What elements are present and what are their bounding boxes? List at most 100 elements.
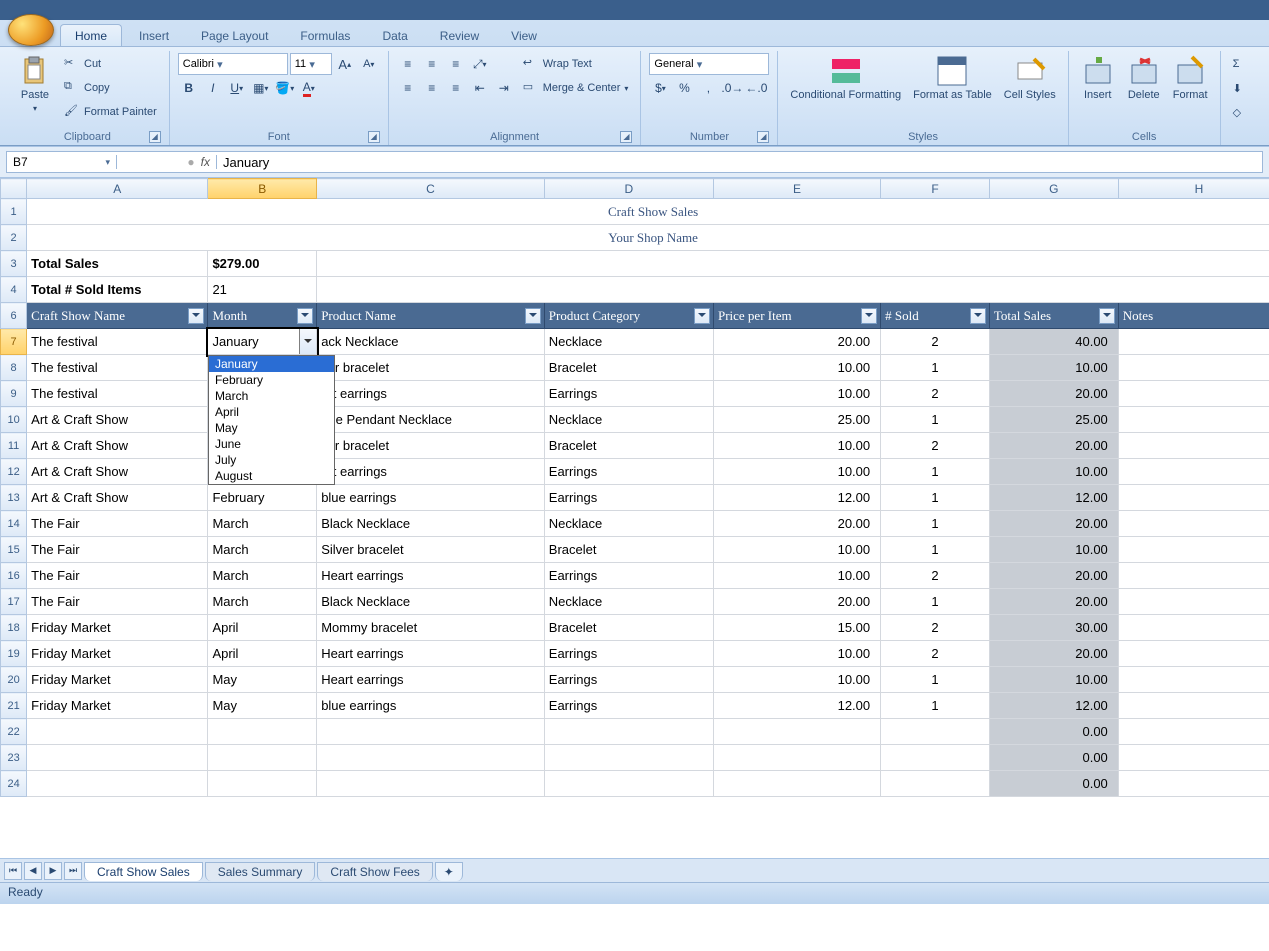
cell-month[interactable]: March <box>208 563 317 589</box>
shrink-font-button[interactable]: A▾ <box>358 53 380 75</box>
col-header-A[interactable]: A <box>27 179 208 199</box>
formula-input[interactable]: January <box>217 155 1262 170</box>
align-top-button[interactable]: ≡ <box>397 53 419 75</box>
align-right-button[interactable]: ≡ <box>445 77 467 99</box>
tab-nav-prev[interactable]: ◀ <box>24 862 42 880</box>
cell-sold[interactable]: 1 <box>881 589 990 615</box>
row-header-4[interactable]: 4 <box>1 277 27 303</box>
cell-month-active[interactable]: January <box>208 329 317 355</box>
cell-sold[interactable]: 2 <box>881 615 990 641</box>
cell-notes[interactable] <box>1118 381 1269 407</box>
row-header-19[interactable]: 19 <box>1 641 27 667</box>
cell-price[interactable]: 15.00 <box>713 615 880 641</box>
cell-total[interactable]: 10.00 <box>989 667 1118 693</box>
cell-notes[interactable] <box>1118 667 1269 693</box>
cell-total[interactable]: 12.00 <box>989 693 1118 719</box>
col-header-B[interactable]: B <box>208 179 317 199</box>
dropdown-option[interactable]: June <box>209 436 334 452</box>
border-button[interactable]: ▦▾ <box>250 77 272 99</box>
col-header-G[interactable]: G <box>989 179 1118 199</box>
cell-category[interactable]: Earrings <box>544 693 713 719</box>
cell-price[interactable]: 10.00 <box>713 641 880 667</box>
cell-month[interactable]: March <box>208 537 317 563</box>
cell-notes[interactable] <box>1118 459 1269 485</box>
ribbon-tab-insert[interactable]: Insert <box>124 24 184 46</box>
cell-product[interactable]: blue earrings <box>317 693 545 719</box>
comma-button[interactable]: , <box>697 77 719 99</box>
cell-product[interactable]: Silver bracelet <box>317 537 545 563</box>
cell-notes[interactable] <box>1118 745 1269 771</box>
cell-notes[interactable] <box>1118 485 1269 511</box>
tab-nav-first[interactable]: ⏮ <box>4 862 22 880</box>
cell-total[interactable]: 10.00 <box>989 537 1118 563</box>
cell-notes[interactable] <box>1118 693 1269 719</box>
align-bottom-button[interactable]: ≡ <box>445 53 467 75</box>
table-header-price-per-item[interactable]: Price per Item <box>713 303 880 329</box>
cell-sold[interactable]: 2 <box>881 381 990 407</box>
cell-price[interactable]: 10.00 <box>713 355 880 381</box>
cell-show[interactable]: Art & Craft Show <box>27 407 208 433</box>
cell-month[interactable]: March <box>208 589 317 615</box>
cell-dropdown-button[interactable] <box>299 329 317 355</box>
cell-category[interactable] <box>544 771 713 797</box>
merge-center-button[interactable]: ▭Merge & Center ▾ <box>519 77 633 99</box>
cell-total[interactable]: 12.00 <box>989 485 1118 511</box>
percent-button[interactable]: % <box>673 77 695 99</box>
cell-show[interactable]: Art & Craft Show <box>27 459 208 485</box>
select-all-corner[interactable] <box>1 179 27 199</box>
cell-sold[interactable]: 1 <box>881 459 990 485</box>
col-header-H[interactable]: H <box>1118 179 1269 199</box>
cell-sold[interactable] <box>881 771 990 797</box>
cell-category[interactable]: Bracelet <box>544 615 713 641</box>
cell-month[interactable] <box>208 719 317 745</box>
cell-sold[interactable]: 2 <box>881 329 990 355</box>
cell-category[interactable] <box>544 745 713 771</box>
increase-decimal-button[interactable]: .0→ <box>721 77 743 99</box>
italic-button[interactable]: I <box>202 77 224 99</box>
fx-button[interactable]: ●fx <box>117 155 217 169</box>
cell-total[interactable]: 20.00 <box>989 511 1118 537</box>
cell-show[interactable]: Art & Craft Show <box>27 433 208 459</box>
accounting-format-button[interactable]: $▾ <box>649 77 671 99</box>
cell-category[interactable]: Bracelet <box>544 433 713 459</box>
cell-category[interactable]: Earrings <box>544 641 713 667</box>
bold-button[interactable]: B <box>178 77 200 99</box>
cell-notes[interactable] <box>1118 329 1269 355</box>
cell-total[interactable]: 20.00 <box>989 589 1118 615</box>
cell-total[interactable]: 20.00 <box>989 433 1118 459</box>
copy-button[interactable]: ⧉Copy <box>60 77 161 99</box>
cell-notes[interactable] <box>1118 407 1269 433</box>
clipboard-dialog-launcher[interactable]: ◢ <box>149 131 161 143</box>
cell-month[interactable]: March <box>208 511 317 537</box>
format-painter-button[interactable]: 🖌Format Painter <box>60 101 161 123</box>
increase-indent-button[interactable]: ⇥ <box>493 77 515 99</box>
underline-button[interactable]: U▾ <box>226 77 248 99</box>
cell-product[interactable]: Heart earrings <box>317 641 545 667</box>
sheet-tab-sales-summary[interactable]: Sales Summary <box>205 862 316 881</box>
cell-show[interactable]: The festival <box>27 381 208 407</box>
filter-button[interactable] <box>861 308 877 324</box>
ribbon-tab-review[interactable]: Review <box>425 24 494 46</box>
cell-total[interactable]: 30.00 <box>989 615 1118 641</box>
row-header-6[interactable]: 6 <box>1 303 27 329</box>
cell-total[interactable]: 20.00 <box>989 641 1118 667</box>
cell-sold[interactable]: 1 <box>881 485 990 511</box>
cell-month[interactable]: April <box>208 615 317 641</box>
cell-show[interactable]: The festival <box>27 329 208 355</box>
ribbon-tab-home[interactable]: Home <box>60 24 122 46</box>
cell-notes[interactable] <box>1118 563 1269 589</box>
cell-show[interactable]: The Fair <box>27 563 208 589</box>
align-middle-button[interactable]: ≡ <box>421 53 443 75</box>
cell-notes[interactable] <box>1118 537 1269 563</box>
cell-category[interactable]: Earrings <box>544 667 713 693</box>
new-sheet-button[interactable]: ✦ <box>435 862 463 881</box>
cell-category[interactable]: Bracelet <box>544 537 713 563</box>
col-header-C[interactable]: C <box>317 179 545 199</box>
cell-category[interactable]: Bracelet <box>544 355 713 381</box>
cell-price[interactable] <box>713 771 880 797</box>
cell-sold[interactable]: 1 <box>881 693 990 719</box>
cell-total[interactable]: 40.00 <box>989 329 1118 355</box>
sheet-tab-craft-show-fees[interactable]: Craft Show Fees <box>317 862 432 881</box>
filter-button[interactable] <box>970 308 986 324</box>
cell-product[interactable]: ver bracelet <box>317 355 545 381</box>
